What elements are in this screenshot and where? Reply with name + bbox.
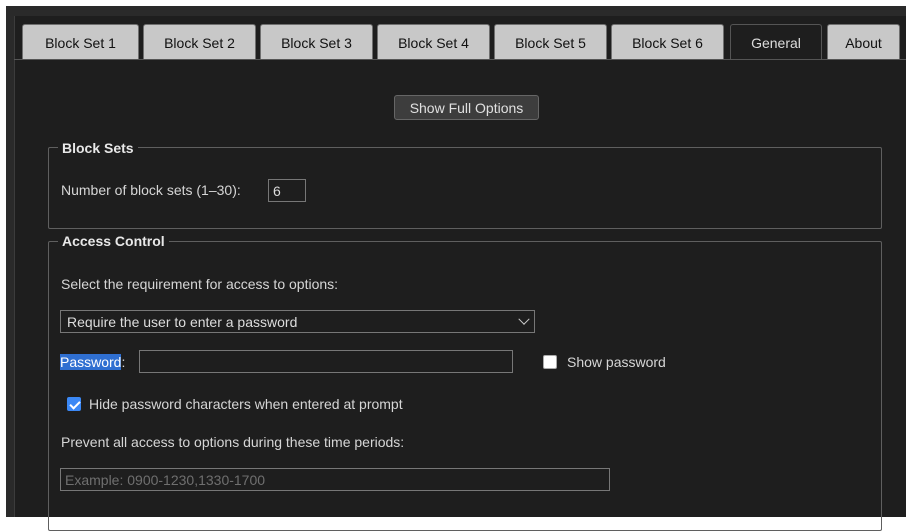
password-label-colon: : [121,354,126,370]
password-label: Password: [60,354,125,370]
tab-bar: Block Set 1 Block Set 2 Block Set 3 Bloc… [22,24,906,60]
tab-block-set-3[interactable]: Block Set 3 [260,24,373,60]
access-requirement-label: Select the requirement for access to opt… [61,276,339,292]
access-requirement-select[interactable]: Require the user to enter a password [60,310,535,333]
time-periods-input[interactable] [60,468,610,491]
access-requirement-value: Require the user to enter a password [67,313,298,330]
show-password-checkbox[interactable] [543,355,557,369]
show-full-options-button[interactable]: Show Full Options [394,95,539,120]
password-label-text: Password [60,354,122,370]
tab-block-set-5[interactable]: Block Set 5 [494,24,607,60]
tab-block-set-6[interactable]: Block Set 6 [611,24,724,60]
tab-block-set-2[interactable]: Block Set 2 [143,24,256,60]
time-periods-label: Prevent all access to options during the… [61,434,405,450]
block-sets-count-label: Number of block sets (1–30): [61,182,241,198]
chevron-down-icon [518,313,530,325]
tab-about[interactable]: About [827,24,900,60]
block-sets-count-input[interactable] [268,179,306,202]
tab-block-set-1[interactable]: Block Set 1 [22,24,139,60]
show-password-label: Show password [567,354,666,370]
hide-password-chars-label: Hide password characters when entered at… [89,396,403,412]
hide-password-chars-checkbox[interactable] [67,397,81,411]
tab-divider [14,59,906,60]
password-input[interactable] [139,350,513,373]
access-control-legend: Access Control [58,233,169,249]
tab-general[interactable]: General [730,24,822,60]
tab-block-set-4[interactable]: Block Set 4 [377,24,490,60]
block-sets-legend: Block Sets [58,140,138,156]
